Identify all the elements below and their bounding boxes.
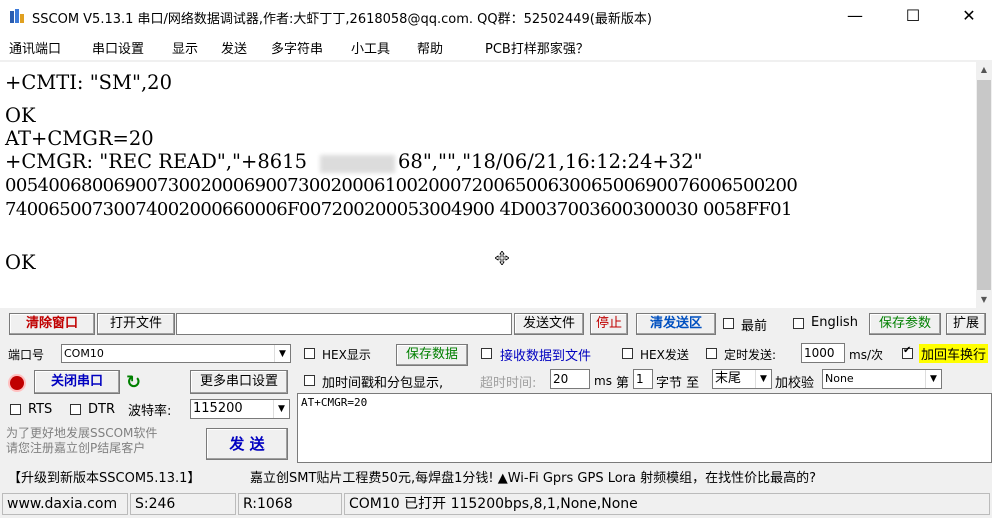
timestamp-checkbox[interactable] [304, 375, 315, 386]
timed-send-checkbox[interactable] [706, 348, 717, 359]
register-promo-text[interactable]: 为了更好地发展SSCOM软件 请您注册嘉立创P结尾客户 [6, 426, 186, 460]
baud-value: 115200 [193, 401, 243, 416]
close-port-button[interactable]: 关闭串口 [34, 370, 120, 394]
redacted-number [320, 155, 395, 173]
clear-send-button[interactable]: 清发送区 [636, 313, 716, 335]
upgrade-link[interactable]: 【升级到新版本SSCOM5.13.1】 [8, 467, 200, 486]
hex-send-label: HEX发送 [640, 348, 689, 362]
scroll-up-icon[interactable]: ▲ [976, 62, 992, 78]
title-bar: SSCOM V5.13.1 串口/网络数据调试器,作者:大虾丁丁,2618058… [0, 0, 992, 32]
baud-label: 波特率: [128, 404, 172, 419]
terminal-line: 68","","18/06/21,16:12:24+32" [398, 150, 703, 173]
english-label: English [811, 315, 858, 330]
terminal-scrollbar[interactable]: ▲ ▼ [976, 62, 992, 308]
add-crlf-checkbox[interactable] [902, 345, 913, 359]
receive-terminal[interactable]: +CMTI: "SM",20 OK AT+CMGR=20 +CMGR: "REC… [0, 62, 976, 308]
terminal-line: +CMGR: "REC READ","+8615 [5, 150, 307, 173]
checksum-select[interactable]: None ▼ [822, 369, 942, 389]
port-status-light-icon [10, 376, 24, 390]
terminal-line: 74006500730074002000660006F0072002000530… [5, 199, 792, 220]
terminal-line: 0054006800690073002000690073002000610020… [5, 175, 798, 196]
window-title: SSCOM V5.13.1 串口/网络数据调试器,作者:大虾丁丁,2618058… [32, 12, 652, 27]
save-data-button[interactable]: 保存数据 [396, 344, 468, 366]
save-params-button[interactable]: 保存参数 [869, 313, 941, 335]
menu-item-display[interactable]: 显示 [172, 38, 198, 57]
dtr-label: DTR [88, 402, 115, 417]
byte-end-value: 末尾 [715, 371, 742, 386]
timeout-unit: ms [594, 374, 612, 388]
open-file-button[interactable]: 打开文件 [97, 313, 175, 335]
byte-start-input[interactable]: 1 [633, 369, 653, 389]
baud-select[interactable]: 115200 ▼ [190, 399, 290, 419]
byte-unit-label: 字节 至 [656, 376, 700, 391]
sent-count: S:246 [130, 493, 236, 515]
english-checkbox[interactable] [793, 318, 804, 329]
terminal-line: OK [5, 104, 36, 127]
top-most-label: 最前 [741, 319, 768, 334]
promo-bar: 【升级到新版本SSCOM5.13.1】 嘉立创SMT贴片工程费50元,每焊盘1分… [0, 465, 992, 487]
stop-button[interactable]: 停止 [590, 313, 628, 335]
menu-item-send[interactable]: 发送 [221, 38, 247, 57]
received-count: R:1068 [238, 493, 342, 515]
byte-end-select[interactable]: 末尾 ▼ [712, 369, 772, 389]
timeout-input[interactable]: 20 [550, 369, 590, 389]
recv-to-file-checkbox[interactable] [481, 348, 492, 359]
byte-nth-label: 第 [616, 376, 630, 391]
site-link[interactable]: www.daxia.com [2, 493, 128, 515]
send-text-area[interactable]: AT+CMGR=20 [297, 393, 992, 463]
menu-item-serial-settings[interactable]: 串口设置 [92, 38, 144, 57]
send-button[interactable]: 发 送 [206, 428, 288, 460]
terminal-line: OK [5, 251, 36, 274]
ad-text[interactable]: 嘉立创SMT贴片工程费50元,每焊盘1分钱! ▲Wi-Fi Gprs GPS L… [250, 467, 816, 486]
top-most-checkbox[interactable] [723, 318, 734, 329]
interval-input[interactable]: 1000 [801, 343, 845, 363]
menu-item-port[interactable]: 通讯端口 [9, 38, 61, 57]
timestamp-label: 加时间戳和分包显示, [322, 376, 444, 391]
move-cursor-icon [495, 251, 509, 265]
hex-send-checkbox[interactable] [622, 348, 633, 359]
minimize-button[interactable]: — [832, 0, 878, 32]
terminal-line: AT+CMGR=20 [5, 127, 154, 150]
terminal-line: +CMTI: "SM",20 [5, 71, 172, 94]
add-crlf-label: 加回车换行 [919, 344, 989, 363]
send-text-content: AT+CMGR=20 [301, 396, 368, 409]
interval-unit: ms/次 [849, 348, 883, 362]
dtr-checkbox[interactable] [70, 404, 81, 415]
rts-checkbox[interactable] [10, 404, 21, 415]
expand-button[interactable]: 扩展 [946, 313, 986, 335]
menu-item-help[interactable]: 帮助 [417, 38, 443, 57]
app-icon [10, 9, 24, 23]
checksum-label: 加校验 [775, 376, 815, 391]
scroll-thumb[interactable] [977, 80, 991, 290]
close-button[interactable]: ✕ [946, 0, 992, 32]
port-select[interactable]: COM10 ▼ [61, 344, 291, 363]
port-status-text: COM10 已打开 115200bps,8,1,None,None [344, 493, 990, 515]
hex-display-checkbox[interactable] [304, 348, 315, 359]
status-bar: www.daxia.com S:246 R:1068 COM10 已打开 115… [0, 490, 992, 518]
menu-item-tools[interactable]: 小工具 [351, 38, 390, 57]
menu-bar: 通讯端口 串口设置 显示 发送 多字符串 小工具 帮助 PCB打样那家强？ [0, 32, 992, 60]
menu-item-multi-string[interactable]: 多字符串 [271, 38, 323, 57]
chevron-down-icon[interactable]: ▼ [274, 345, 290, 362]
rts-label: RTS [28, 402, 53, 417]
maximize-button[interactable]: ☐ [890, 0, 936, 32]
timed-send-label: 定时发送: [724, 348, 777, 362]
recv-to-file-label: 接收数据到文件 [500, 349, 592, 364]
clear-window-button[interactable]: 清除窗口 [9, 313, 95, 335]
chevron-down-icon[interactable]: ▼ [273, 400, 289, 418]
send-file-button[interactable]: 发送文件 [514, 313, 584, 335]
menu-item-pcb[interactable]: PCB打样那家强？ [485, 38, 589, 57]
port-select-value: COM10 [64, 347, 104, 360]
checksum-value: None [825, 372, 854, 385]
hex-display-label: HEX显示 [322, 348, 371, 362]
chevron-down-icon[interactable]: ▼ [925, 370, 941, 388]
refresh-icon[interactable]: ↻ [126, 372, 141, 393]
port-label: 端口号 [8, 348, 45, 362]
chevron-down-icon[interactable]: ▼ [755, 370, 771, 388]
more-ports-button[interactable]: 更多串口设置 [190, 370, 288, 394]
scroll-down-icon[interactable]: ▼ [976, 292, 992, 308]
timeout-label: 超时时间: [480, 376, 537, 391]
file-path-input[interactable] [176, 313, 512, 335]
